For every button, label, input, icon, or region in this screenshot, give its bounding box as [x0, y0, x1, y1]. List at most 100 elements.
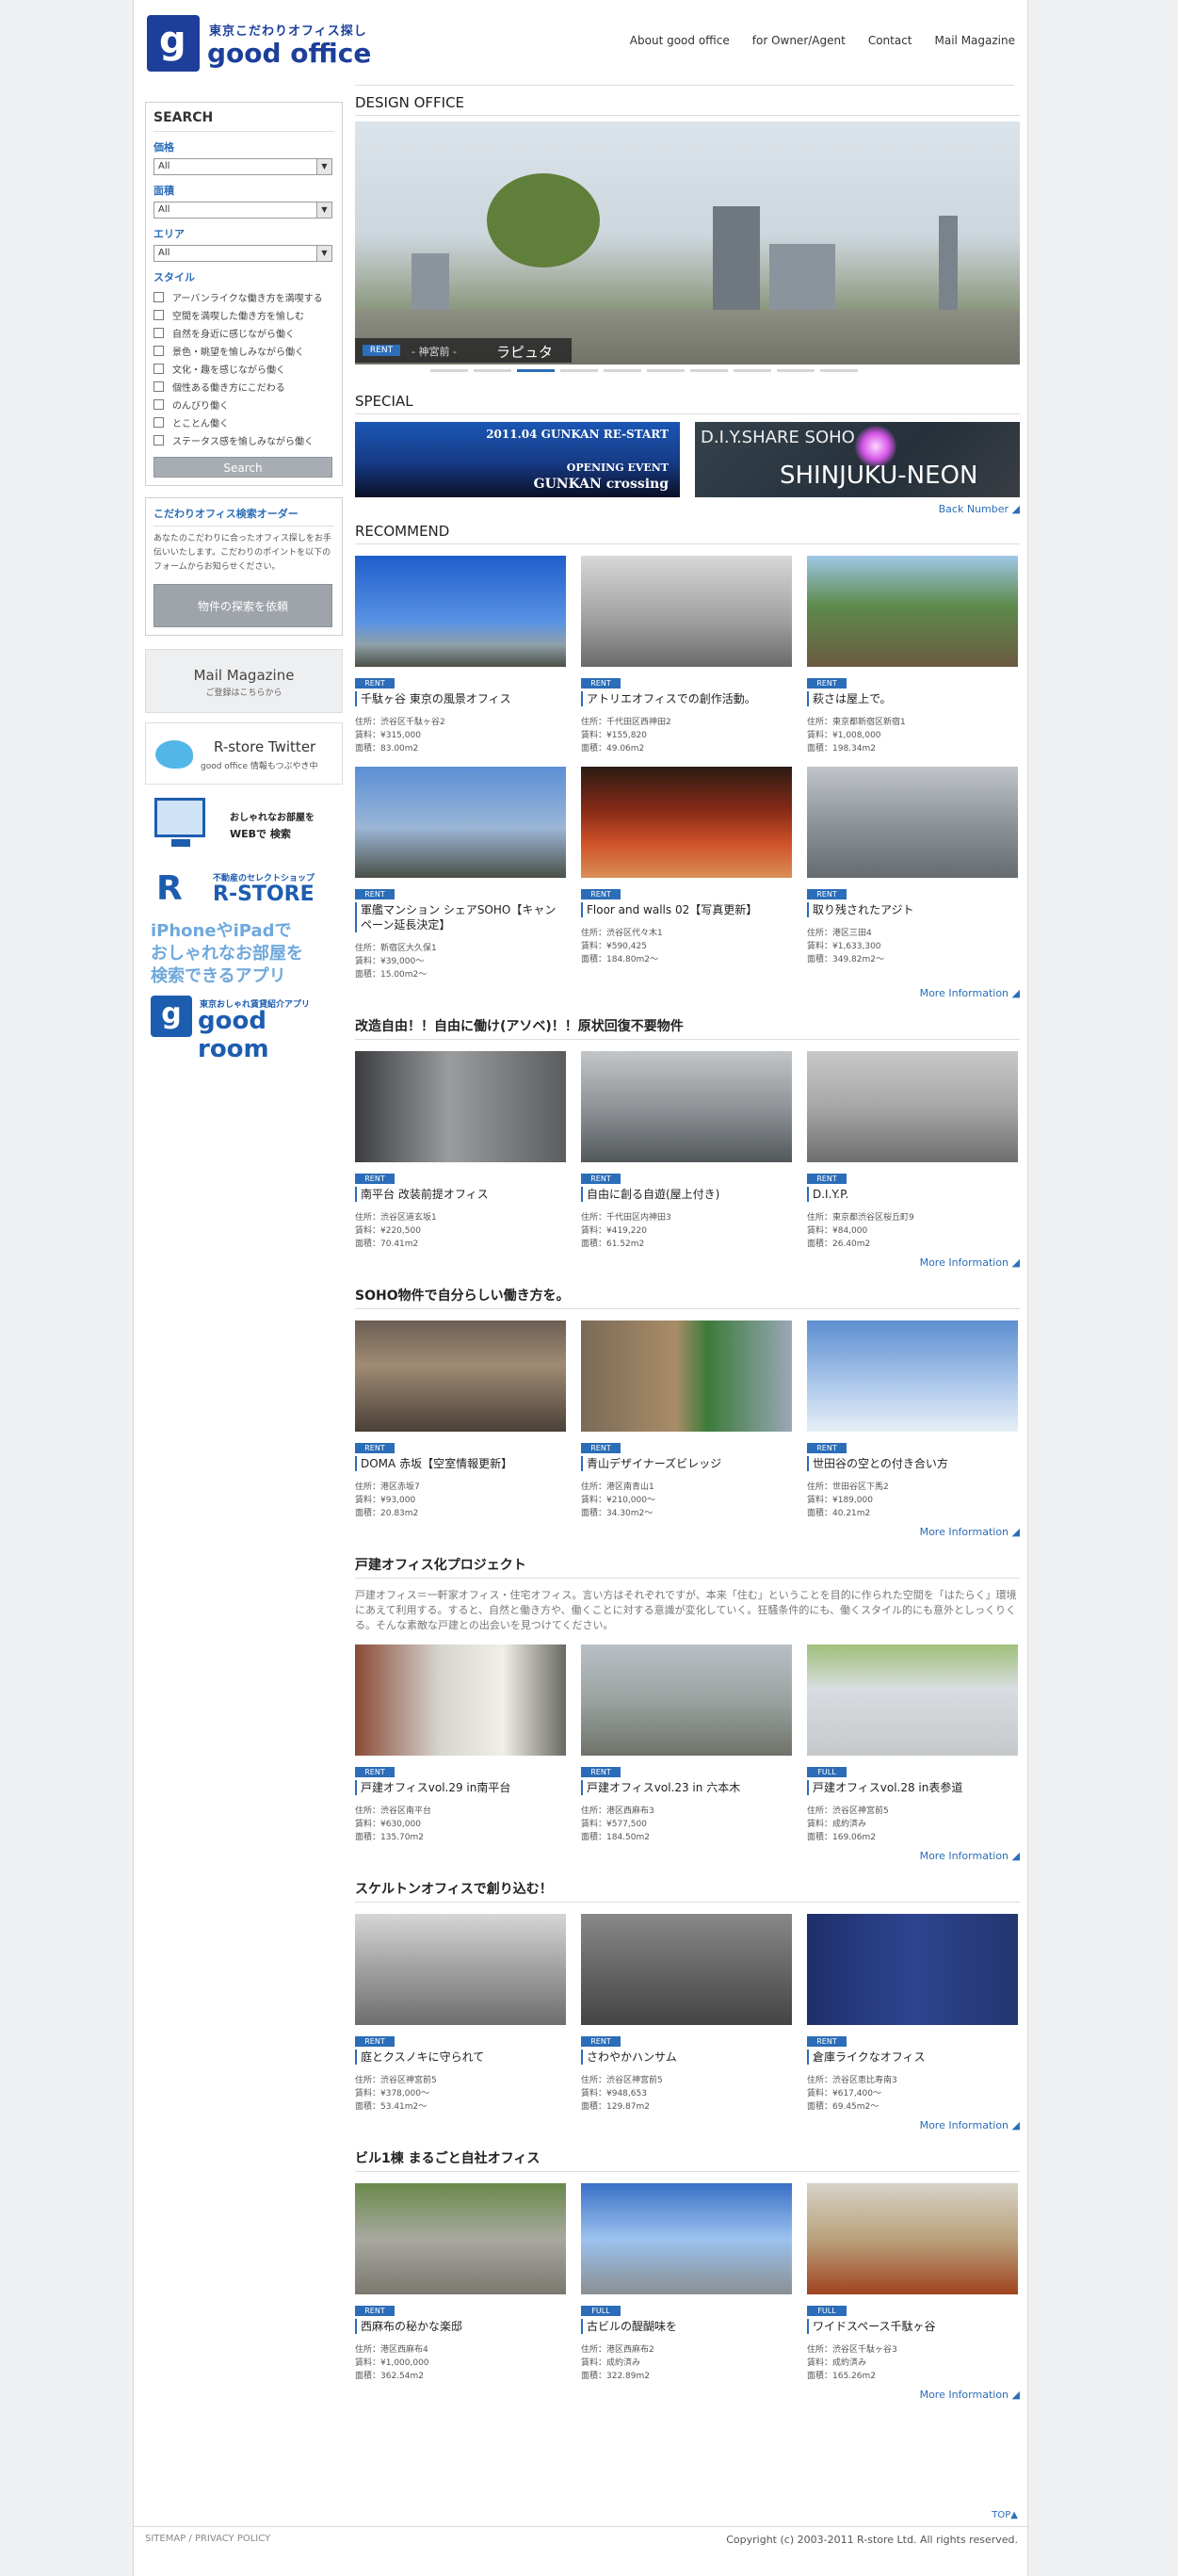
property-photo[interactable]	[355, 2183, 566, 2294]
checkbox[interactable]	[153, 364, 164, 374]
property-card[interactable]: RENT DOMA 赤坂【空室情報更新】 住所：港区赤坂7 賃料：¥93,000 面積：…	[355, 1320, 566, 1520]
mail-magazine-banner[interactable]: Mail Magazine ご登録はこちらから	[145, 649, 343, 713]
checkbox[interactable]	[153, 328, 164, 338]
property-card[interactable]: RENT 西麻布の秘かな楽邸 住所：港区西麻布4 賃料：¥1,000,000 面積：36…	[355, 2183, 566, 2383]
property-card[interactable]: RENT 千駄ヶ谷 東京の風景オフィス 住所：渋谷区千駄ヶ谷2 賃料：¥315,000…	[355, 556, 566, 755]
property-title-link[interactable]: 西麻布の秘かな楽邸	[355, 2319, 566, 2334]
property-title-link[interactable]: 千駄ヶ谷 東京の風景オフィス	[355, 691, 566, 706]
web-search-banner[interactable]: おしゃれなお部屋を WEBで 検索	[145, 798, 343, 864]
style-option[interactable]: 景色・眺望を愉しみながら働く	[153, 342, 334, 360]
property-title-link[interactable]: 古ビルの醍醐味を	[581, 2319, 792, 2334]
property-card[interactable]: RENT 青山デザイナーズビレッジ 住所：港区南青山1 賃料：¥210,000〜 面積：…	[581, 1320, 792, 1520]
property-title-link[interactable]: 南平台 改装前提オフィス	[355, 1187, 566, 1202]
property-card[interactable]: RENT D.I.Y.P. 住所：東京都渋谷区桜丘町9 賃料：¥84,000 面積：26…	[807, 1051, 1018, 1251]
property-photo[interactable]	[355, 767, 566, 878]
property-card[interactable]: RENT 戸建オフィスvol.23 in 六本木 住所：港区西麻布3 賃料：¥577,…	[581, 1644, 792, 1844]
property-card[interactable]: RENT 取り残されたアジト 住所：港区三田4 賃料：¥1,633,300 面積：349…	[807, 767, 1018, 981]
search-button[interactable]: Search	[153, 457, 332, 478]
style-option[interactable]: 個性ある働き方にこだわる	[153, 378, 334, 396]
style-option[interactable]: 自然を身近に感じながら働く	[153, 324, 334, 342]
slide-dot[interactable]	[474, 368, 511, 372]
property-title-link[interactable]: 取り残されたアジト	[807, 902, 1018, 917]
property-photo[interactable]	[581, 1320, 792, 1432]
property-card[interactable]: RENT Floor and walls 02【写真更新】 住所：渋谷区代々木1 賃料…	[581, 767, 792, 981]
region-select[interactable]: All ▼	[153, 245, 332, 262]
property-card[interactable]: RENT 萩さは屋上で。 住所：東京都新宿区新宿1 賃料：¥1,008,000 面積：1…	[807, 556, 1018, 755]
checkbox[interactable]	[153, 292, 164, 302]
featured-slideshow[interactable]: RENT - 神宮前 - ラピュタ	[355, 122, 1020, 376]
slide-dot[interactable]	[604, 368, 641, 372]
checkbox[interactable]	[153, 310, 164, 320]
property-photo[interactable]	[807, 767, 1018, 878]
property-photo[interactable]	[581, 1914, 792, 2025]
property-title-link[interactable]: DOMA 赤坂【空室情報更新】	[355, 1456, 566, 1471]
goodroom-banner[interactable]: g 東京おしゃれ賃貸紹介アプリ good room	[145, 994, 343, 1063]
checkbox[interactable]	[153, 381, 164, 392]
property-card[interactable]: RENT 戸建オフィスvol.29 in南平台 住所：渋谷区南平台 賃料：¥630,0…	[355, 1644, 566, 1844]
property-card[interactable]: FULL 戸建オフィスvol.28 in表参道 住所：渋谷区神宮前5 賃料：成約済み面…	[807, 1644, 1018, 1844]
property-title-link[interactable]: ワイドスペース千駄ヶ谷	[807, 2319, 1018, 2334]
property-photo[interactable]	[807, 556, 1018, 667]
property-title-link[interactable]: 自由に創る自遊(屋上付き)	[581, 1187, 792, 1202]
style-option[interactable]: 空間を満喫した働き方を愉しむ	[153, 306, 334, 324]
property-photo[interactable]	[807, 1644, 1018, 1756]
property-title-link[interactable]: 世田谷の空との付き合い方	[807, 1456, 1018, 1471]
property-title-link[interactable]: 軍艦マンション シェアSOHO【キャンペーン延長決定】	[355, 902, 566, 932]
property-card[interactable]: RENT 世田谷の空との付き合い方 住所：世田谷区下馬2 賃料：¥189,000 面積：…	[807, 1320, 1018, 1520]
property-photo[interactable]	[581, 1644, 792, 1756]
footer-links[interactable]: SITEMAP / PRIVACY POLICY	[145, 2534, 270, 2544]
more-information-link[interactable]: More Information ◢	[355, 1526, 1020, 1538]
slide-dot[interactable]	[734, 368, 771, 372]
property-title-link[interactable]: 戸建オフィスvol.28 in表参道	[807, 1780, 1018, 1795]
twitter-banner[interactable]: R-store Twitter good office 情報もつぶやき中	[145, 722, 343, 785]
property-card[interactable]: RENT 倉庫ライクなオフィス 住所：渋谷区恵比寿南3 賃料：¥617,400〜 面積：…	[807, 1914, 1018, 2114]
property-title-link[interactable]: アトリエオフィスでの創作活動。	[581, 691, 792, 706]
style-option[interactable]: 文化・趣を感じながら働く	[153, 360, 334, 378]
checkbox[interactable]	[153, 417, 164, 428]
slide-dot[interactable]	[647, 368, 685, 372]
property-photo[interactable]	[581, 2183, 792, 2294]
property-title-link[interactable]: Floor and walls 02【写真更新】	[581, 902, 792, 917]
checkbox[interactable]	[153, 346, 164, 356]
property-photo[interactable]	[807, 2183, 1018, 2294]
more-information-link[interactable]: More Information ◢	[355, 2389, 1020, 2401]
property-card[interactable]: RENT 軍艦マンション シェアSOHO【キャンペーン延長決定】 住所：新宿区大久保…	[355, 767, 566, 981]
nav-contact[interactable]: Contact	[868, 34, 912, 47]
property-title-link[interactable]: 倉庫ライクなオフィス	[807, 2049, 1018, 2065]
style-option[interactable]: のんびり働く	[153, 396, 334, 413]
property-photo[interactable]	[807, 1914, 1018, 2025]
slide-dot[interactable]	[777, 368, 815, 372]
back-to-top-link[interactable]: TOP▲	[992, 2510, 1018, 2520]
property-card[interactable]: RENT さわやかハンサム 住所：渋谷区神宮前5 賃料：¥948,653 面積：129.…	[581, 1914, 792, 2114]
slide-dot[interactable]	[820, 368, 858, 372]
property-title-link[interactable]: 戸建オフィスvol.29 in南平台	[355, 1780, 566, 1795]
property-card[interactable]: RENT 庭とクスノキに守られて 住所：渋谷区神宮前5 賃料：¥378,000〜 面積：…	[355, 1914, 566, 2114]
app-banner[interactable]: iPhoneやiPadで おしゃれなお部屋を 検索できるアプリ	[145, 920, 343, 992]
slide-dot[interactable]	[430, 368, 468, 372]
special-banner-gunkan[interactable]: 2011.04 GUNKAN RE-START OPENING EVENT GU…	[355, 422, 680, 497]
back-number-link[interactable]: Back Number ◢	[355, 503, 1020, 515]
more-information-link[interactable]: More Information ◢	[355, 987, 1020, 999]
site-logo[interactable]: 東京こだわりオフィス探し good office	[147, 15, 373, 72]
more-information-link[interactable]: More Information ◢	[355, 2119, 1020, 2131]
slide-caption[interactable]: RENT - 神宮前 - ラピュタ	[355, 338, 572, 363]
property-card[interactable]: RENT 南平台 改装前提オフィス 住所：渋谷区道玄坂1 賃料：¥220,500 面積：…	[355, 1051, 566, 1251]
property-card[interactable]: FULL 古ビルの醍醐味を 住所：港区西麻布2 賃料：成約済み 面積：322.89m2	[581, 2183, 792, 2383]
property-card[interactable]: RENT 自由に創る自遊(屋上付き) 住所：千代田区内神田3 賃料：¥419,220 面…	[581, 1051, 792, 1251]
property-title-link[interactable]: 萩さは屋上で。	[807, 691, 1018, 706]
property-title-link[interactable]: 庭とクスノキに守られて	[355, 2049, 566, 2065]
property-card[interactable]: RENT アトリエオフィスでの創作活動。 住所：千代田区西神田2 賃料：¥155,82…	[581, 556, 792, 755]
price-select[interactable]: All ▼	[153, 158, 332, 175]
property-photo[interactable]	[355, 1914, 566, 2025]
property-photo[interactable]	[355, 1051, 566, 1162]
property-photo[interactable]	[581, 767, 792, 878]
property-photo[interactable]	[355, 556, 566, 667]
property-photo[interactable]	[807, 1051, 1018, 1162]
property-card[interactable]: FULL ワイドスペース千駄ヶ谷 住所：渋谷区千駄ヶ谷3 賃料：成約済み 面積：165.…	[807, 2183, 1018, 2383]
slide-dot[interactable]	[560, 368, 598, 372]
order-request-button[interactable]: 物件の探索を依頼	[153, 584, 332, 627]
property-photo[interactable]	[581, 1051, 792, 1162]
nav-about[interactable]: About good office	[630, 34, 730, 47]
checkbox[interactable]	[153, 399, 164, 410]
property-photo[interactable]	[355, 1644, 566, 1756]
